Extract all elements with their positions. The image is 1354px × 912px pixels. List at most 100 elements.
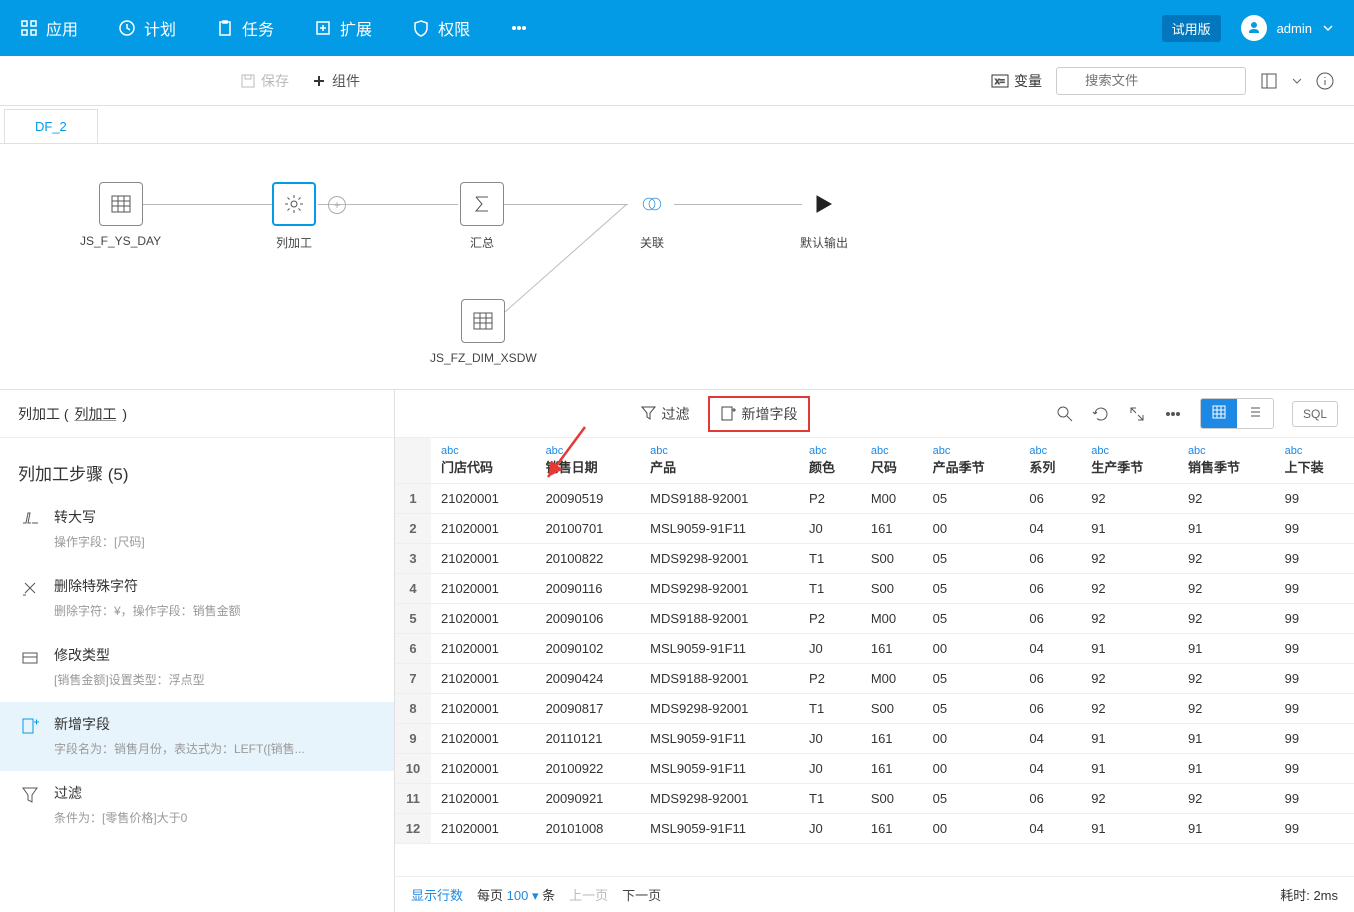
search-icon[interactable]: [1056, 405, 1074, 423]
table-row[interactable]: 102102000120100922MSL9059-91F11J01610004…: [395, 754, 1354, 784]
table-row[interactable]: 52102000120090106MDS9188-92001P2M0005069…: [395, 604, 1354, 634]
nav-perm[interactable]: 权限: [412, 16, 470, 40]
cell: MDS9188-92001: [640, 664, 799, 694]
row-number: 4: [395, 574, 431, 604]
step-title: 过滤: [54, 783, 376, 803]
table-row[interactable]: 122102000120101008MSL9059-91F11J01610004…: [395, 814, 1354, 844]
table-row[interactable]: 72102000120090424MDS9188-92001P2M0005069…: [395, 664, 1354, 694]
cell: 20090921: [536, 784, 641, 814]
info-icon[interactable]: [1316, 72, 1334, 90]
row-number: 9: [395, 724, 431, 754]
nav-task[interactable]: 任务: [216, 16, 274, 40]
row-number: 10: [395, 754, 431, 784]
add-node-button[interactable]: +: [328, 196, 346, 214]
steps-heading: 列加工步骤 (5): [0, 438, 394, 495]
funnel-icon: [640, 405, 657, 422]
node-join[interactable]: 关联: [630, 182, 674, 251]
page-size[interactable]: 100 ▾: [507, 888, 539, 903]
cell: 21020001: [431, 544, 536, 574]
component-button[interactable]: 组件: [311, 71, 360, 91]
node-source2[interactable]: JS_FZ_DIM_XSDW: [430, 299, 537, 365]
table-row[interactable]: 22102000120100701MSL9059-91F11J016100049…: [395, 514, 1354, 544]
table-row[interactable]: 12102000120090519MDS9188-92001P2M0005069…: [395, 484, 1354, 514]
cell: MDS9188-92001: [640, 484, 799, 514]
filter-button[interactable]: 过滤: [640, 404, 690, 424]
step-item[interactable]: 删除特殊字符删除字符：¥，操作字段：销售金额: [0, 564, 394, 633]
grid-icon: [20, 19, 38, 37]
cell: S00: [861, 574, 923, 604]
column-header[interactable]: abc产品: [640, 438, 799, 484]
nav-ext[interactable]: 扩展: [314, 16, 372, 40]
node-source1[interactable]: JS_F_YS_DAY: [80, 182, 161, 248]
node-output[interactable]: 默认输出: [800, 182, 848, 251]
cell: 91: [1081, 754, 1178, 784]
column-header[interactable]: abc销售日期: [536, 438, 641, 484]
cell: 99: [1275, 754, 1354, 784]
panel-name-input[interactable]: 列加工: [74, 404, 116, 424]
sigma-icon: [471, 193, 493, 215]
column-header[interactable]: abc上下装: [1275, 438, 1354, 484]
avatar: [1241, 15, 1267, 41]
column-header[interactable]: abc销售季节: [1178, 438, 1275, 484]
table-row[interactable]: 92102000120110121MSL9059-91F11J016100049…: [395, 724, 1354, 754]
expand-icon[interactable]: [1128, 405, 1146, 423]
more-icon[interactable]: [1164, 405, 1182, 423]
cell: M00: [861, 484, 923, 514]
nav-app[interactable]: 应用: [20, 16, 78, 40]
column-header[interactable]: abc产品季节: [923, 438, 1020, 484]
user-menu[interactable]: admin: [1241, 15, 1334, 41]
table-row[interactable]: 42102000120090116MDS9298-92001T1S0005069…: [395, 574, 1354, 604]
column-header[interactable]: abc尺码: [861, 438, 923, 484]
nav-more[interactable]: [510, 16, 528, 40]
tab-df2[interactable]: DF_2: [4, 109, 98, 143]
layout-icon[interactable]: [1260, 72, 1278, 90]
step-item[interactable]: 过滤条件为：[零售价格]大于0: [0, 771, 394, 840]
cell: MDS9298-92001: [640, 574, 799, 604]
shield-icon: [412, 19, 430, 37]
table-row[interactable]: 62102000120090102MSL9059-91F11J016100049…: [395, 634, 1354, 664]
row-number: 5: [395, 604, 431, 634]
cell: 05: [923, 604, 1020, 634]
elapsed-time: 耗时: 2ms: [1280, 885, 1338, 904]
node-col-process[interactable]: 列加工: [272, 182, 316, 251]
cell: 04: [1019, 634, 1081, 664]
cell: MDS9298-92001: [640, 784, 799, 814]
sql-button[interactable]: SQL: [1292, 401, 1338, 427]
step-item[interactable]: 转大写操作字段：[尺码]: [0, 495, 394, 564]
table-row[interactable]: 112102000120090921MDS9298-92001T1S000506…: [395, 784, 1354, 814]
cell: T1: [799, 784, 861, 814]
column-header[interactable]: abc门店代码: [431, 438, 536, 484]
column-header[interactable]: abc生产季节: [1081, 438, 1178, 484]
next-page[interactable]: 下一页: [622, 885, 661, 904]
clipboard-icon: [216, 19, 234, 37]
save-button[interactable]: 保存: [240, 71, 289, 91]
cell: 20090102: [536, 634, 641, 664]
data-preview: 过滤 新增字段 SQL abc门店代码abc销售日期abc产品abc颜色abc尺…: [395, 390, 1354, 912]
row-number: 8: [395, 694, 431, 724]
chevron-down-icon[interactable]: [1292, 76, 1302, 86]
list-view-button[interactable]: [1237, 399, 1273, 428]
table-row[interactable]: 82102000120090817MDS9298-92001T1S0005069…: [395, 694, 1354, 724]
table-row[interactable]: 32102000120100822MDS9298-92001T1S0005069…: [395, 544, 1354, 574]
node-aggregate[interactable]: 汇总: [460, 182, 504, 251]
step-item[interactable]: 修改类型[销售金额]设置类型：浮点型: [0, 633, 394, 702]
cell: J0: [799, 724, 861, 754]
flow-canvas[interactable]: JS_F_YS_DAY 列加工 + 汇总 关联 默认输出 JS_FZ_DIM_X…: [0, 144, 1354, 390]
column-header[interactable]: abc系列: [1019, 438, 1081, 484]
grid-view-button[interactable]: [1201, 399, 1237, 428]
cell: 99: [1275, 544, 1354, 574]
variable-button[interactable]: x=变量: [991, 71, 1042, 91]
refresh-icon[interactable]: [1092, 405, 1110, 423]
step-item[interactable]: 新增字段字段名为：销售月份，表达式为：LEFT([销售...: [0, 702, 394, 771]
cell: 92: [1178, 604, 1275, 634]
new-field-button[interactable]: 新增字段: [708, 396, 810, 432]
join-icon: [641, 193, 663, 215]
data-table-wrap[interactable]: abc门店代码abc销售日期abc产品abc颜色abc尺码abc产品季节abc系…: [395, 438, 1354, 876]
show-rows-link[interactable]: 显示行数: [411, 885, 463, 904]
cell: 04: [1019, 514, 1081, 544]
step-desc: 操作字段：[尺码]: [54, 533, 376, 550]
prev-page[interactable]: 上一页: [569, 885, 608, 904]
column-header[interactable]: abc颜色: [799, 438, 861, 484]
nav-plan[interactable]: 计划: [118, 16, 176, 40]
search-input[interactable]: [1056, 67, 1246, 95]
